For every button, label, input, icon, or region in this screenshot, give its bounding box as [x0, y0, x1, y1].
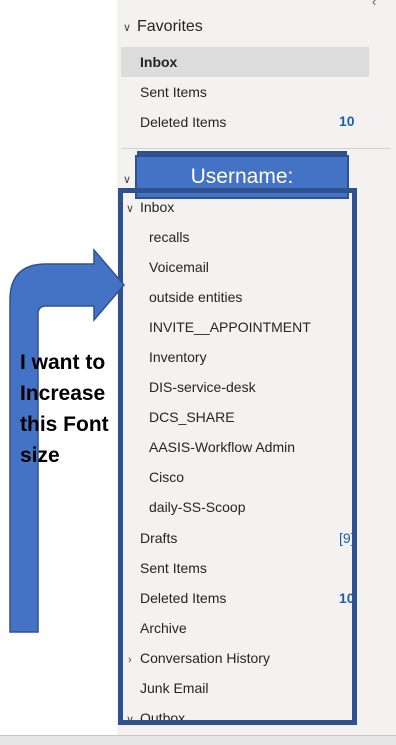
annotation-note: I want to Increase this Font size: [20, 351, 109, 467]
